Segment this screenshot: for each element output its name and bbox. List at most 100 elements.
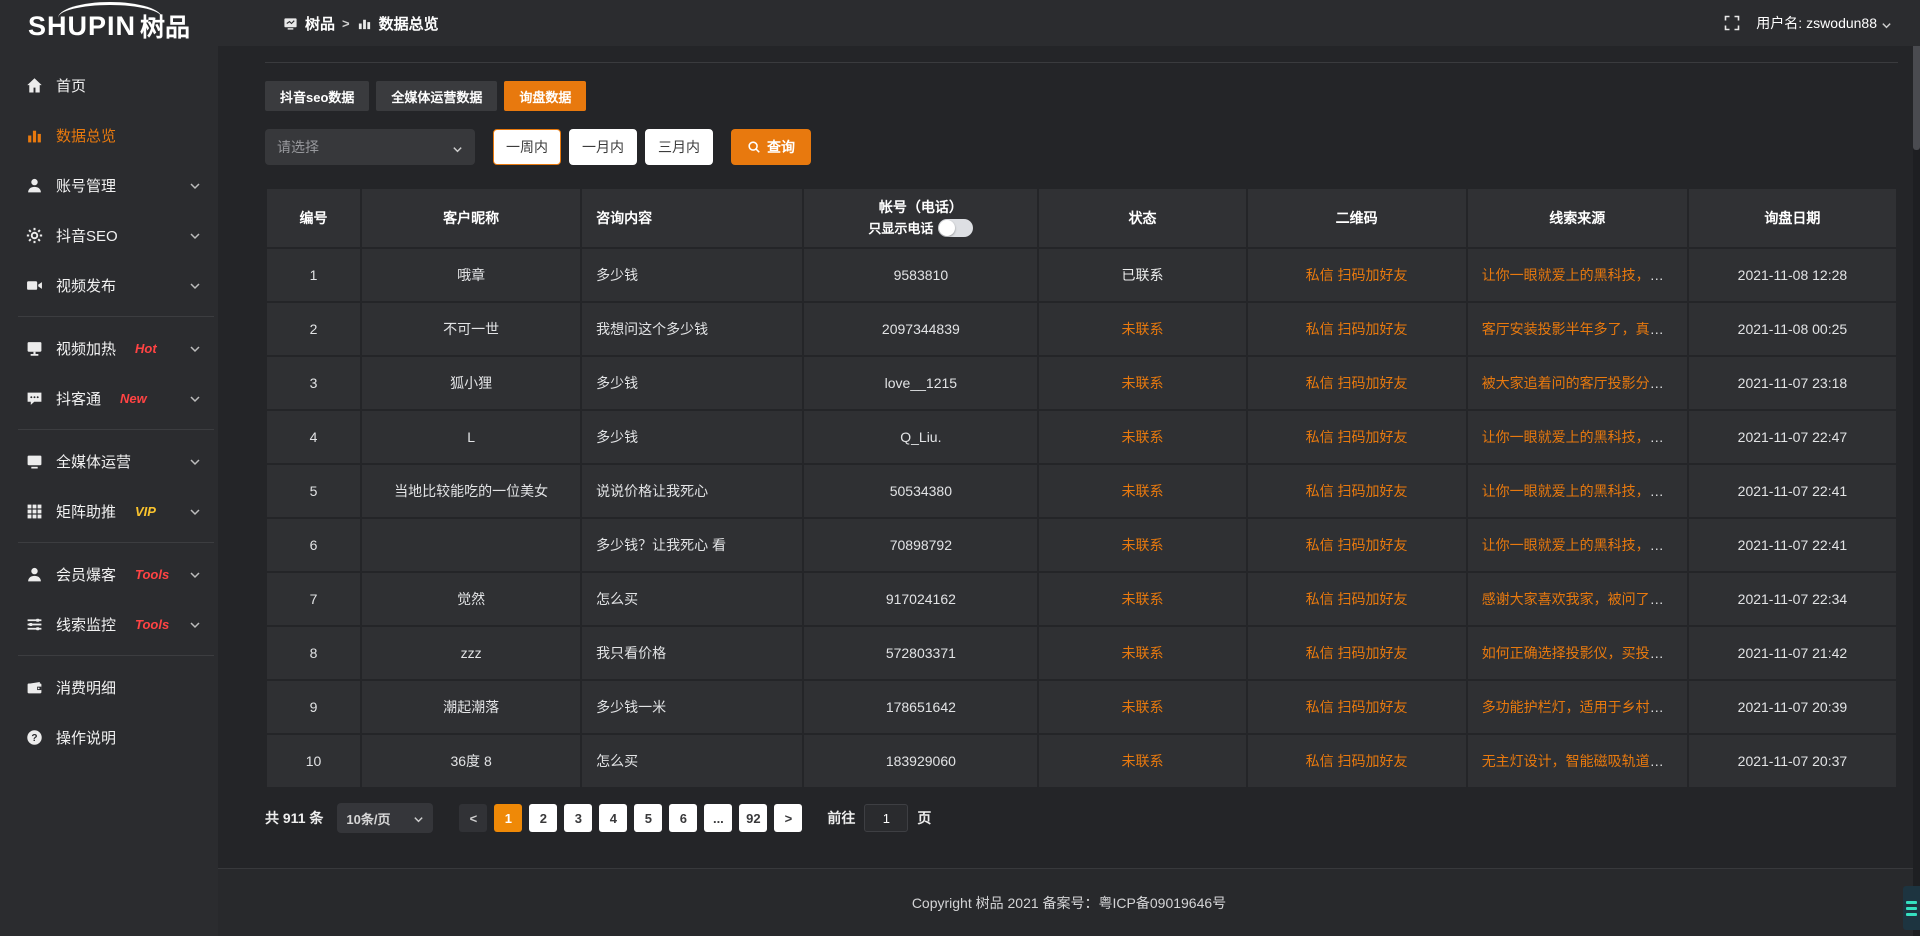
qr-add-friend-link[interactable]: 私信 扫码加好友 xyxy=(1306,375,1408,391)
qr-add-friend-link[interactable]: 私信 扫码加好友 xyxy=(1306,699,1408,715)
cell-nick: 哦章 xyxy=(361,248,581,302)
filter-select-placeholder: 请选择 xyxy=(277,137,319,157)
page-button-6[interactable]: 6 xyxy=(669,804,697,832)
tab-douyin-seo-data[interactable]: 抖音seo数据 xyxy=(265,81,369,111)
lead-source-link[interactable]: 感谢大家喜欢我家，被问了好... xyxy=(1482,591,1676,607)
topbar: SHUPIN 树品 树品 > 数据总览 用户名: zswodun88 xyxy=(0,0,1920,46)
cell-date: 2021-11-07 20:37 xyxy=(1688,734,1897,788)
sidebar-item-label: 账号管理 xyxy=(56,175,116,196)
chevron-down-icon xyxy=(189,505,201,517)
tab-omni-media-data[interactable]: 全媒体运营数据 xyxy=(376,81,497,111)
qr-add-friend-link[interactable]: 私信 扫码加好友 xyxy=(1306,645,1408,661)
pagination-total: 共 911 条 xyxy=(265,808,323,828)
phone-only-toggle[interactable] xyxy=(938,219,973,237)
lead-source-link[interactable]: 让你一眼就爱上的黑科技，能... xyxy=(1482,537,1676,553)
range-button-one-week[interactable]: 一周内 xyxy=(493,129,561,165)
qr-add-friend-link[interactable]: 私信 扫码加好友 xyxy=(1306,753,1408,769)
column-header-id: 编号 xyxy=(266,188,361,248)
cell-content: 多少钱 xyxy=(581,410,803,464)
sidebar-item-member-burst[interactable]: 会员爆客Tools xyxy=(0,549,218,599)
table-row: 2不可一世我想问这个多少钱2097344839未联系私信 扫码加好友客厅安装投影… xyxy=(266,302,1897,356)
table-row: 1哦章多少钱9583810已联系私信 扫码加好友让你一眼就爱上的黑科技，能...… xyxy=(266,248,1897,302)
page-size-select[interactable]: 10条/页 xyxy=(337,803,433,833)
cell-account: 178651642 xyxy=(803,680,1038,734)
bar-chart-icon xyxy=(357,16,372,31)
status-badge: 未联系 xyxy=(1122,699,1164,715)
qr-add-friend-link[interactable]: 私信 扫码加好友 xyxy=(1306,483,1408,499)
filter-select[interactable]: 请选择 xyxy=(265,129,475,165)
sidebar: 首页数据总览账号管理抖音SEO视频发布视频加热Hot抖客通New 全媒体运营矩阵助… xyxy=(0,46,218,936)
floating-widget[interactable] xyxy=(1903,886,1920,930)
chevron-down-icon xyxy=(189,392,201,404)
page-button-2[interactable]: 2 xyxy=(529,804,557,832)
qr-add-friend-link[interactable]: 私信 扫码加好友 xyxy=(1306,537,1408,553)
cell-content: 多少钱 xyxy=(581,356,803,410)
breadcrumb: 树品 > 数据总览 xyxy=(283,13,439,34)
prev-page-button[interactable]: < xyxy=(459,804,487,832)
page-button-1[interactable]: 1 xyxy=(494,804,522,832)
sidebar-item-lead-monitor[interactable]: 线索监控Tools xyxy=(0,599,218,649)
page-ellipsis-button[interactable]: ... xyxy=(704,804,732,832)
chevron-down-icon xyxy=(189,455,201,467)
fullscreen-icon[interactable] xyxy=(1724,15,1740,31)
breadcrumb-item-root[interactable]: 树品 xyxy=(305,13,335,34)
qr-add-friend-link[interactable]: 私信 扫码加好友 xyxy=(1306,591,1408,607)
cell-id: 2 xyxy=(266,302,361,356)
sidebar-item-account-management[interactable]: 账号管理 xyxy=(0,160,218,210)
sidebar-item-matrix-boost[interactable]: 矩阵助推VIP xyxy=(0,486,218,536)
data-tabs: 抖音seo数据全媒体运营数据询盘数据 xyxy=(265,81,1898,111)
pagination: 共 911 条 10条/页 <123456...92> 前往 页 xyxy=(265,803,1898,833)
search-button-label: 查询 xyxy=(767,137,795,157)
page-button-3[interactable]: 3 xyxy=(564,804,592,832)
column-header-source: 线索来源 xyxy=(1467,188,1688,248)
lead-source-link[interactable]: 让你一眼就爱上的黑科技，能... xyxy=(1482,429,1676,445)
inquiry-table: 编号客户昵称咨询内容帐号（电话）只显示电话状态二维码线索来源询盘日期1哦章多少钱… xyxy=(265,187,1898,789)
chevron-down-icon xyxy=(1881,18,1892,29)
sidebar-item-omni-media[interactable]: 全媒体运营 xyxy=(0,436,218,486)
goto-page-input[interactable] xyxy=(864,804,908,832)
sidebar-item-home[interactable]: 首页 xyxy=(0,60,218,110)
user-menu[interactable]: 用户名: zswodun88 xyxy=(1756,13,1892,33)
page-button-4[interactable]: 4 xyxy=(599,804,627,832)
cell-content: 多少钱 xyxy=(581,248,803,302)
lead-source-link[interactable]: 让你一眼就爱上的黑科技，能... xyxy=(1482,267,1676,283)
app-logo: SHUPIN 树品 xyxy=(0,0,218,46)
sidebar-item-video-heating[interactable]: 视频加热Hot xyxy=(0,323,218,373)
range-button-one-month[interactable]: 一月内 xyxy=(569,129,637,165)
tab-inquiry-data[interactable]: 询盘数据 xyxy=(504,81,586,111)
lead-source-link[interactable]: 客厅安装投影半年多了，真实... xyxy=(1482,321,1676,337)
next-page-button[interactable]: > xyxy=(774,804,802,832)
qr-add-friend-link[interactable]: 私信 扫码加好友 xyxy=(1306,429,1408,445)
lead-source-link[interactable]: 被大家追着问的客厅投影分享... xyxy=(1482,375,1676,391)
column-header-content: 咨询内容 xyxy=(581,188,803,248)
sidebar-item-operation-guide[interactable]: ?操作说明 xyxy=(0,712,218,762)
sidebar-item-doukeitong[interactable]: 抖客通New xyxy=(0,373,218,423)
sidebar-item-douyin-seo[interactable]: 抖音SEO xyxy=(0,210,218,260)
lead-source-link[interactable]: 如何正确选择投影仪，买投影... xyxy=(1482,645,1676,661)
sidebar-item-video-publish[interactable]: 视频发布 xyxy=(0,260,218,310)
sidebar-item-data-overview[interactable]: 数据总览 xyxy=(0,110,218,160)
cell-account: Q_Liu. xyxy=(803,410,1038,464)
cell-id: 6 xyxy=(266,518,361,572)
search-button[interactable]: 查询 xyxy=(731,129,811,165)
qr-add-friend-link[interactable]: 私信 扫码加好友 xyxy=(1306,267,1408,283)
cell-nick: 当地比较能吃的一位美女 xyxy=(361,464,581,518)
page-button-5[interactable]: 5 xyxy=(634,804,662,832)
cell-date: 2021-11-07 22:41 xyxy=(1688,518,1897,572)
chevron-down-icon xyxy=(189,179,201,191)
table-row: 4L多少钱Q_Liu.未联系私信 扫码加好友让你一眼就爱上的黑科技，能...20… xyxy=(266,410,1897,464)
page-button-92[interactable]: 92 xyxy=(739,804,767,832)
sidebar-item-badge: VIP xyxy=(135,504,156,519)
page-scrollbar[interactable] xyxy=(1913,0,1920,936)
lead-source-link[interactable]: 多功能护栏灯，适用于乡村文... xyxy=(1482,699,1676,715)
footer: Copyright 树品 2021 备案号：粤ICP备09019646号 xyxy=(218,868,1920,936)
cell-date: 2021-11-08 00:25 xyxy=(1688,302,1897,356)
qr-add-friend-link[interactable]: 私信 扫码加好友 xyxy=(1306,321,1408,337)
cell-id: 5 xyxy=(266,464,361,518)
sidebar-item-consumption-detail[interactable]: 消费明细 xyxy=(0,662,218,712)
lead-source-link[interactable]: 让你一眼就爱上的黑科技，能... xyxy=(1482,483,1676,499)
range-button-three-months[interactable]: 三月内 xyxy=(645,129,713,165)
column-header-status: 状态 xyxy=(1038,188,1246,248)
lead-source-link[interactable]: 无主灯设计，智能磁吸轨道灯... xyxy=(1482,753,1676,769)
cell-nick: 觉然 xyxy=(361,572,581,626)
